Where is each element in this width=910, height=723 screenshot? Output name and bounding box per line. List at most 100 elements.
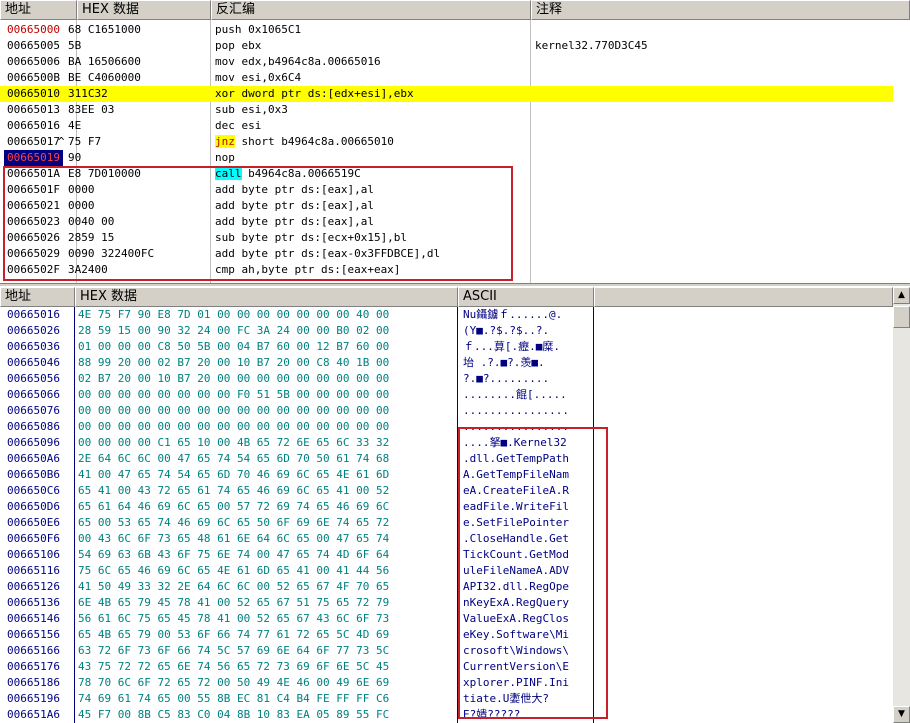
disasm-header-hex[interactable]: HEX 数据 xyxy=(77,0,211,20)
instruction-bytes: 90 xyxy=(68,151,82,164)
dump-address: 006650F6 xyxy=(7,532,60,545)
dump-header-address[interactable]: 地址 xyxy=(0,287,75,307)
dump-ascii-text: (Y■.?$.?$..?. xyxy=(463,324,550,337)
dump-row[interactable]: 00665036 01 00 00 00 C8 50 5B 00 04 B7 60… xyxy=(0,339,893,355)
operand-text: short b4964c8a.00665010 xyxy=(241,135,394,148)
scroll-thumb[interactable] xyxy=(893,306,910,328)
dump-row[interactable]: 006650C6 65 41 00 43 72 65 61 74 65 46 69… xyxy=(0,483,893,499)
dump-header-blank xyxy=(594,287,893,307)
dump-hex-bytes: 6E 4B 65 79 45 78 41 00 52 65 67 51 75 6… xyxy=(78,596,390,609)
dump-hex-bytes: 54 69 63 6B 43 6F 75 6E 74 00 47 65 74 4… xyxy=(78,548,390,561)
instruction-bytes: BE C4060000 xyxy=(68,71,141,84)
instruction-address: 00665016 xyxy=(7,119,60,132)
dump-row[interactable]: 006650B6 41 00 47 65 74 54 65 6D 70 46 69… xyxy=(0,467,893,483)
dump-row[interactable]: 00665186 78 70 6C 6F 72 65 72 00 50 49 4E… xyxy=(0,675,893,691)
dump-row[interactable]: 00665126 41 50 49 33 32 2E 64 6C 6C 00 52… xyxy=(0,579,893,595)
dump-row[interactable]: 006650F6 00 43 6C 6F 73 65 48 61 6E 64 6C… xyxy=(0,531,893,547)
dump-scrollbar[interactable]: ▲ ▼ xyxy=(893,287,910,723)
dump-row[interactable]: 00665076 00 00 00 00 00 00 00 00 00 00 00… xyxy=(0,403,893,419)
instruction-address: 00665017 xyxy=(7,135,60,148)
dump-row[interactable]: 00665056 02 B7 20 00 10 B7 20 00 00 00 00… xyxy=(0,371,893,387)
dump-ascii-text: Nu鑷鐪ｆ......@. xyxy=(463,308,563,321)
dump-address: 00665166 xyxy=(7,644,60,657)
dump-address: 00665146 xyxy=(7,612,60,625)
dump-hex-bytes: 00 43 6C 6F 73 65 48 61 6E 64 6C 65 00 4… xyxy=(78,532,390,545)
dump-address: 006651A6 xyxy=(7,708,60,721)
instruction-bytes: 311C32 xyxy=(68,87,108,100)
dump-hex-bytes: 56 61 6C 75 65 45 78 41 00 52 65 67 43 6… xyxy=(78,612,390,625)
dump-hex-bytes: 41 00 47 65 74 54 65 6D 70 46 69 6C 65 4… xyxy=(78,468,390,481)
disasm-row[interactable]: 00665019 90 nop xyxy=(0,150,893,166)
dump-hex-bytes: 02 B7 20 00 10 B7 20 00 00 00 00 00 00 0… xyxy=(78,372,390,385)
dump-address: 00665076 xyxy=(7,404,60,417)
instruction-address: 00665013 xyxy=(7,103,60,116)
dump-address: 00665056 xyxy=(7,372,60,385)
dump-hex-bytes: 2E 64 6C 6C 00 47 65 74 54 65 6D 70 50 6… xyxy=(78,452,390,465)
annotation-box-call-region xyxy=(3,166,513,281)
dump-row[interactable]: 00665096 00 00 00 00 C1 65 10 00 4B 65 72… xyxy=(0,435,893,451)
comment-text: kernel32.770D3C45 xyxy=(535,39,648,52)
instruction-text: mov esi,0x6C4 xyxy=(215,71,302,84)
disasm-row[interactable]: 00665016 4E dec esi xyxy=(0,118,893,134)
dump-address: 00665176 xyxy=(7,660,60,673)
dump-row[interactable]: 00665176 43 75 72 72 65 6E 74 56 65 72 73… xyxy=(0,659,893,675)
instruction-text: nop xyxy=(215,151,235,164)
dump-hex-bytes: 28 59 15 00 90 32 24 00 FC 3A 24 00 00 B… xyxy=(78,324,390,337)
dump-hex-bytes: 41 50 49 33 32 2E 64 6C 6C 00 52 65 67 4… xyxy=(78,580,390,593)
dump-row[interactable]: 00665026 28 59 15 00 90 32 24 00 FC 3A 24… xyxy=(0,323,893,339)
dump-hex-bytes: 78 70 6C 6F 72 65 72 00 50 49 4E 46 00 4… xyxy=(78,676,390,689)
dump-address: 00665036 xyxy=(7,340,60,353)
dump-address: 00665096 xyxy=(7,436,60,449)
disasm-header-address[interactable]: 地址 xyxy=(0,0,77,20)
dump-row[interactable]: 006650E6 65 00 53 65 74 46 69 6C 65 50 6F… xyxy=(0,515,893,531)
dump-row[interactable]: 00665166 63 72 6F 73 6F 66 74 5C 57 69 6E… xyxy=(0,643,893,659)
dump-hex-bytes: 65 00 53 65 74 46 69 6C 65 50 6F 69 6E 7… xyxy=(78,516,390,529)
dump-ascii-text: ........餛[..... xyxy=(463,388,567,401)
annotation-box-import-strings xyxy=(458,427,608,719)
dump-row[interactable]: 00665106 54 69 63 6B 43 6F 75 6E 74 00 47… xyxy=(0,547,893,563)
dump-address: 00665196 xyxy=(7,692,60,705)
scroll-down-icon[interactable]: ▼ xyxy=(893,706,910,723)
hex-dump-list[interactable]: 00665016 4E 75 F7 90 E8 7D 01 00 00 00 00… xyxy=(0,307,893,723)
dump-row[interactable]: 006650A6 2E 64 6C 6C 00 47 65 74 54 65 6D… xyxy=(0,451,893,467)
scroll-up-icon[interactable]: ▲ xyxy=(893,287,910,304)
dump-row[interactable]: 00665016 4E 75 F7 90 E8 7D 01 00 00 00 00… xyxy=(0,307,893,323)
dump-ascii-text: ｆ...萛[.癧.■糜. xyxy=(463,340,560,353)
dump-address: 006650B6 xyxy=(7,468,60,481)
disasm-header-comment[interactable]: 注释 xyxy=(531,0,910,20)
disasm-header-disassembly[interactable]: 反汇编 xyxy=(211,0,531,20)
dump-row[interactable]: 00665156 65 4B 65 79 00 53 6F 66 74 77 61… xyxy=(0,627,893,643)
dump-row[interactable]: 006650D6 65 61 64 46 69 6C 65 00 57 72 69… xyxy=(0,499,893,515)
instruction-address: 00665019 xyxy=(4,150,63,166)
dump-header-hex[interactable]: HEX 数据 xyxy=(75,287,458,307)
dump-hex-bytes: 65 4B 65 79 00 53 6F 66 74 77 61 72 65 5… xyxy=(78,628,390,641)
disasm-row[interactable]: 00665013 83EE 03 sub esi,0x3 xyxy=(0,102,893,118)
dump-hex-bytes: 43 75 72 72 65 6E 74 56 65 72 73 69 6F 6… xyxy=(78,660,390,673)
instruction-bytes: 83EE 03 xyxy=(68,103,115,116)
dump-address: 00665156 xyxy=(7,628,60,641)
dump-hex-bytes: 88 99 20 00 02 B7 20 00 10 B7 20 00 C8 4… xyxy=(78,356,390,369)
disasm-row[interactable]: 0066500B BE C4060000 mov esi,0x6C4 xyxy=(0,70,893,86)
dump-hex-bytes: 63 72 6F 73 6F 66 74 5C 57 69 6E 64 6F 7… xyxy=(78,644,390,657)
dump-row[interactable]: 006651A6 45 F7 00 8B C5 83 C0 04 8B 10 83… xyxy=(0,707,893,723)
dump-row[interactable]: 00665146 56 61 6C 75 65 45 78 41 00 52 65… xyxy=(0,611,893,627)
dump-row[interactable]: 00665196 74 69 61 74 65 00 55 8B EC 81 C4… xyxy=(0,691,893,707)
dump-address: 00665136 xyxy=(7,596,60,609)
dump-row[interactable]: 00665086 00 00 00 00 00 00 00 00 00 00 00… xyxy=(0,419,893,435)
disasm-row[interactable]: 00665000 68 C1651000 push 0x1065C1 xyxy=(0,22,893,38)
dump-row[interactable]: 00665136 6E 4B 65 79 45 78 41 00 52 65 67… xyxy=(0,595,893,611)
dump-pane: 地址 HEX 数据 ASCII 00665016 4E 75 F7 90 E8 7… xyxy=(0,287,910,723)
dump-hex-bytes: 00 00 00 00 00 00 00 00 F0 51 5B 00 00 0… xyxy=(78,388,390,401)
disasm-row[interactable]: 00665010 311C32 xor dword ptr ds:[edx+esi]… xyxy=(0,86,893,102)
disasm-row[interactable]: 00665006 BA 16506600 mov edx,b4964c8a.0066… xyxy=(0,54,893,70)
dump-hex-bytes: 65 41 00 43 72 65 61 74 65 46 69 6C 65 4… xyxy=(78,484,390,497)
disasm-row[interactable]: 00665005 5B pop ebx kernel32.770D3C45 xyxy=(0,38,893,54)
dump-row[interactable]: 00665066 00 00 00 00 00 00 00 00 F0 51 5B… xyxy=(0,387,893,403)
dump-hex-bytes: 01 00 00 00 C8 50 5B 00 04 B7 60 00 12 B… xyxy=(78,340,390,353)
instruction-text: jnz short b4964c8a.00665010 xyxy=(215,134,394,150)
instruction-text: xor dword ptr ds:[edx+esi],ebx xyxy=(215,87,414,100)
dump-row[interactable]: 00665046 88 99 20 00 02 B7 20 00 10 B7 20… xyxy=(0,355,893,371)
dump-row[interactable]: 00665116 75 6C 65 46 69 6C 65 4E 61 6D 65… xyxy=(0,563,893,579)
dump-header-ascii[interactable]: ASCII xyxy=(458,287,594,307)
disasm-row[interactable]: 00665017 ^ 75 F7 jnz short b4964c8a.0066501… xyxy=(0,134,893,150)
